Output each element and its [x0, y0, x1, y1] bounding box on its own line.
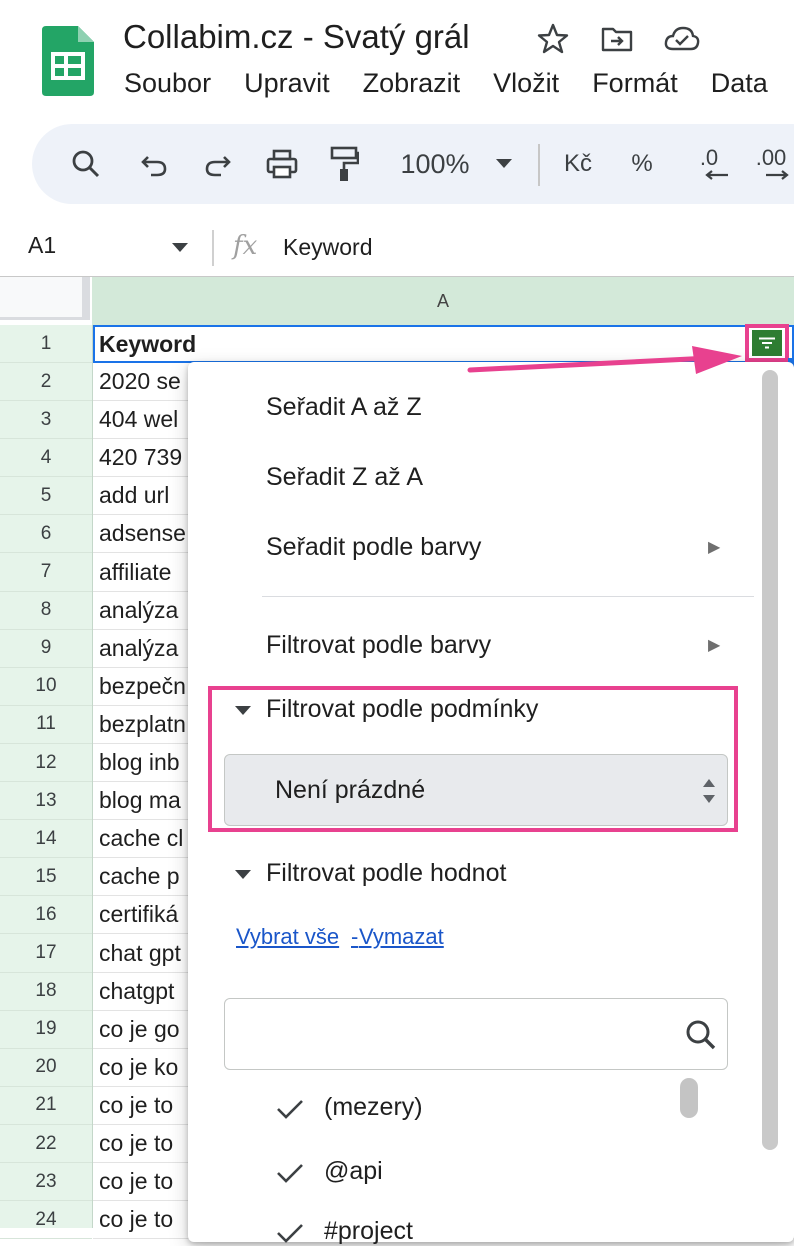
print-icon[interactable] [262, 142, 302, 186]
value-item[interactable]: #project [324, 1217, 413, 1246]
select-all-link[interactable]: Vybrat vše [236, 924, 339, 950]
row-header[interactable]: 22 [0, 1125, 92, 1163]
increase-decimals-label: .00 [755, 145, 787, 170]
select-all-corner[interactable] [0, 277, 90, 320]
increase-decimals-button[interactable]: .00 [746, 142, 794, 186]
link-separator: - [351, 924, 359, 949]
row-header[interactable]: 16 [0, 896, 92, 935]
move-to-folder-icon[interactable] [600, 22, 634, 56]
cloud-saved-icon[interactable] [663, 22, 700, 56]
currency-format-button[interactable]: Kč [558, 142, 598, 186]
menu-insert[interactable]: Vložit [493, 68, 559, 104]
menu-view[interactable]: Zobrazit [363, 68, 461, 104]
search-icon[interactable] [66, 142, 106, 186]
row-header[interactable]: 6 [0, 515, 92, 554]
decrease-decimals-button[interactable]: .0 [684, 142, 734, 186]
formula-bar-divider [212, 230, 214, 266]
decrease-decimals-icon [705, 170, 728, 180]
row-header[interactable]: 4 [0, 439, 92, 478]
annotation-highlight-box [208, 686, 738, 832]
submenu-arrow-icon: ▶ [708, 637, 721, 654]
submenu-arrow-icon: ▶ [708, 539, 721, 556]
row-header[interactable]: 12 [0, 744, 92, 782]
row-header[interactable]: 2 [0, 363, 92, 401]
check-icon[interactable] [276, 1222, 304, 1244]
menu-filter-by-color[interactable]: Filtrovat podle barvy [266, 631, 491, 660]
expand-triangle-icon[interactable] [235, 870, 251, 879]
percent-format-button[interactable]: % [624, 142, 660, 186]
clear-link[interactable]: Vymazat [359, 924, 444, 950]
toolbar-divider [538, 144, 540, 186]
fx-icon: fx [233, 231, 258, 261]
menu-sort-by-color[interactable]: Seřadit podle barvy [266, 533, 481, 562]
value-item[interactable]: (mezery) [324, 1093, 423, 1122]
undo-icon[interactable] [136, 142, 172, 186]
menu-sort-z-a[interactable]: Seřadit Z až A [266, 463, 423, 492]
section-filter-by-values[interactable]: Filtrovat podle hodnot [266, 859, 506, 888]
document-title[interactable]: Collabim.cz - Svatý grál [123, 18, 470, 56]
row-header[interactable]: 10 [0, 668, 92, 706]
row-header[interactable]: 13 [0, 782, 92, 821]
formula-input[interactable]: Keyword [283, 234, 372, 261]
menu-bar: Soubor Upravit Zobrazit Vložit Formát Da… [124, 68, 794, 104]
name-box[interactable]: A1 [28, 232, 56, 259]
menu-data[interactable]: Data [711, 68, 768, 104]
row-header[interactable]: 20 [0, 1049, 92, 1087]
paint-format-icon[interactable] [326, 142, 362, 186]
row-header[interactable]: 8 [0, 592, 92, 630]
menu-sort-a-z[interactable]: Seřadit A až Z [266, 393, 422, 422]
check-icon[interactable] [276, 1098, 304, 1120]
column-header-a[interactable]: A [92, 277, 794, 326]
row-header[interactable]: 11 [0, 706, 92, 744]
row-header[interactable]: 23 [0, 1163, 92, 1202]
name-box-dropdown-icon[interactable] [172, 240, 188, 258]
decrease-decimals-label: .0 [699, 145, 719, 170]
row-header[interactable]: 19 [0, 1011, 92, 1049]
row-header[interactable]: 1 [0, 325, 92, 363]
values-search-input[interactable] [224, 998, 728, 1070]
row-header[interactable]: 21 [0, 1087, 92, 1125]
row-header[interactable]: 7 [0, 554, 92, 592]
annotation-arrow [467, 346, 742, 374]
zoom-value: 100% [400, 148, 470, 179]
menu-scrollbar[interactable] [762, 370, 778, 1150]
zoom-select[interactable]: 100% [390, 142, 480, 186]
menu-format[interactable]: Formát [592, 68, 678, 104]
search-icon [686, 1020, 716, 1050]
menu-edit[interactable]: Upravit [244, 68, 330, 104]
row-header[interactable]: 3 [0, 401, 92, 440]
row-header[interactable]: 15 [0, 858, 92, 897]
value-item[interactable]: @api [324, 1157, 383, 1186]
zoom-dropdown-icon[interactable] [492, 142, 516, 186]
sheets-logo[interactable] [42, 26, 94, 96]
row-header[interactable]: 5 [0, 477, 92, 516]
row-header[interactable]: 17 [0, 935, 92, 973]
menu-file[interactable]: Soubor [124, 68, 211, 104]
check-icon[interactable] [276, 1162, 304, 1184]
row-header[interactable]: 18 [0, 973, 92, 1011]
redo-icon[interactable] [200, 142, 236, 186]
values-list-scrollbar[interactable] [680, 1078, 698, 1118]
row-header[interactable]: 24 [0, 1201, 92, 1240]
star-icon[interactable] [536, 22, 570, 56]
row-header[interactable]: 14 [0, 820, 92, 859]
menu-divider [262, 596, 754, 597]
increase-decimals-icon [766, 170, 789, 180]
row-header[interactable]: 9 [0, 630, 92, 668]
